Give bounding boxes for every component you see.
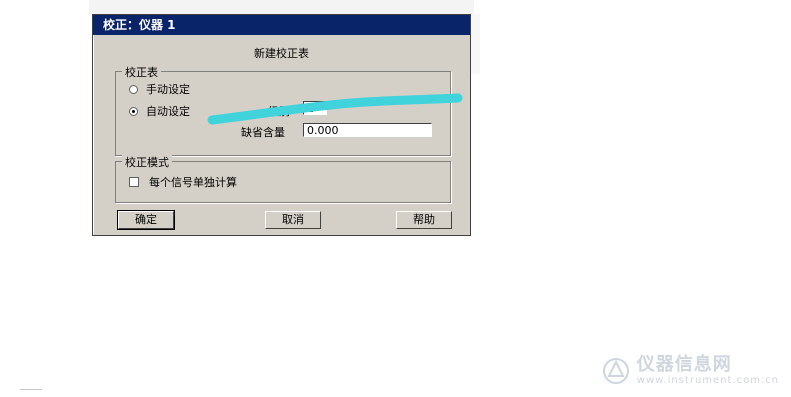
watermark-url: www.instrument.com.cn xyxy=(636,375,779,386)
manual-setting-radio[interactable] xyxy=(129,84,138,94)
per-signal-checkbox-label: 每个信号单独计算 xyxy=(149,176,237,189)
help-button[interactable]: 帮助 xyxy=(396,211,452,229)
auto-setting-label: 自动设定 xyxy=(146,105,190,118)
per-signal-checkbox-row[interactable]: 每个信号单独计算 xyxy=(129,174,237,190)
default-amount-label: 缺省含量 xyxy=(241,126,285,139)
manual-setting-radio-row[interactable]: 手动设定 xyxy=(129,81,190,97)
watermark-logo-icon xyxy=(602,358,629,384)
background-document-strip xyxy=(470,14,480,74)
auto-setting-radio-row[interactable]: 自动设定 xyxy=(129,103,190,119)
level-input[interactable]: 1 xyxy=(303,101,327,115)
dialog-heading: 新建校正表 xyxy=(254,47,309,60)
dialog-title-bar[interactable]: 校正：仪器 1 xyxy=(93,15,470,35)
manual-setting-label: 手动设定 xyxy=(146,83,190,96)
cancel-button[interactable]: 取消 xyxy=(265,211,321,229)
calibration-mode-group-label: 校正模式 xyxy=(122,154,172,170)
background-document-strip xyxy=(89,0,474,14)
auto-setting-radio[interactable] xyxy=(129,106,138,116)
default-amount-input[interactable]: 0.000 xyxy=(303,123,432,137)
calibration-table-group-label: 校正表 xyxy=(122,64,161,80)
level-label: 级别 xyxy=(268,105,290,118)
watermark: 仪器信息网 www.instrument.com.cn xyxy=(601,356,779,386)
watermark-text: 仪器信息网 xyxy=(636,354,732,375)
per-signal-checkbox[interactable] xyxy=(129,177,139,187)
ok-button[interactable]: 确定 xyxy=(117,210,175,230)
calibration-dialog: 校正：仪器 1 新建校正表 校正表 手动设定 自动设定 级别 1 缺省含量 0.… xyxy=(92,14,471,236)
